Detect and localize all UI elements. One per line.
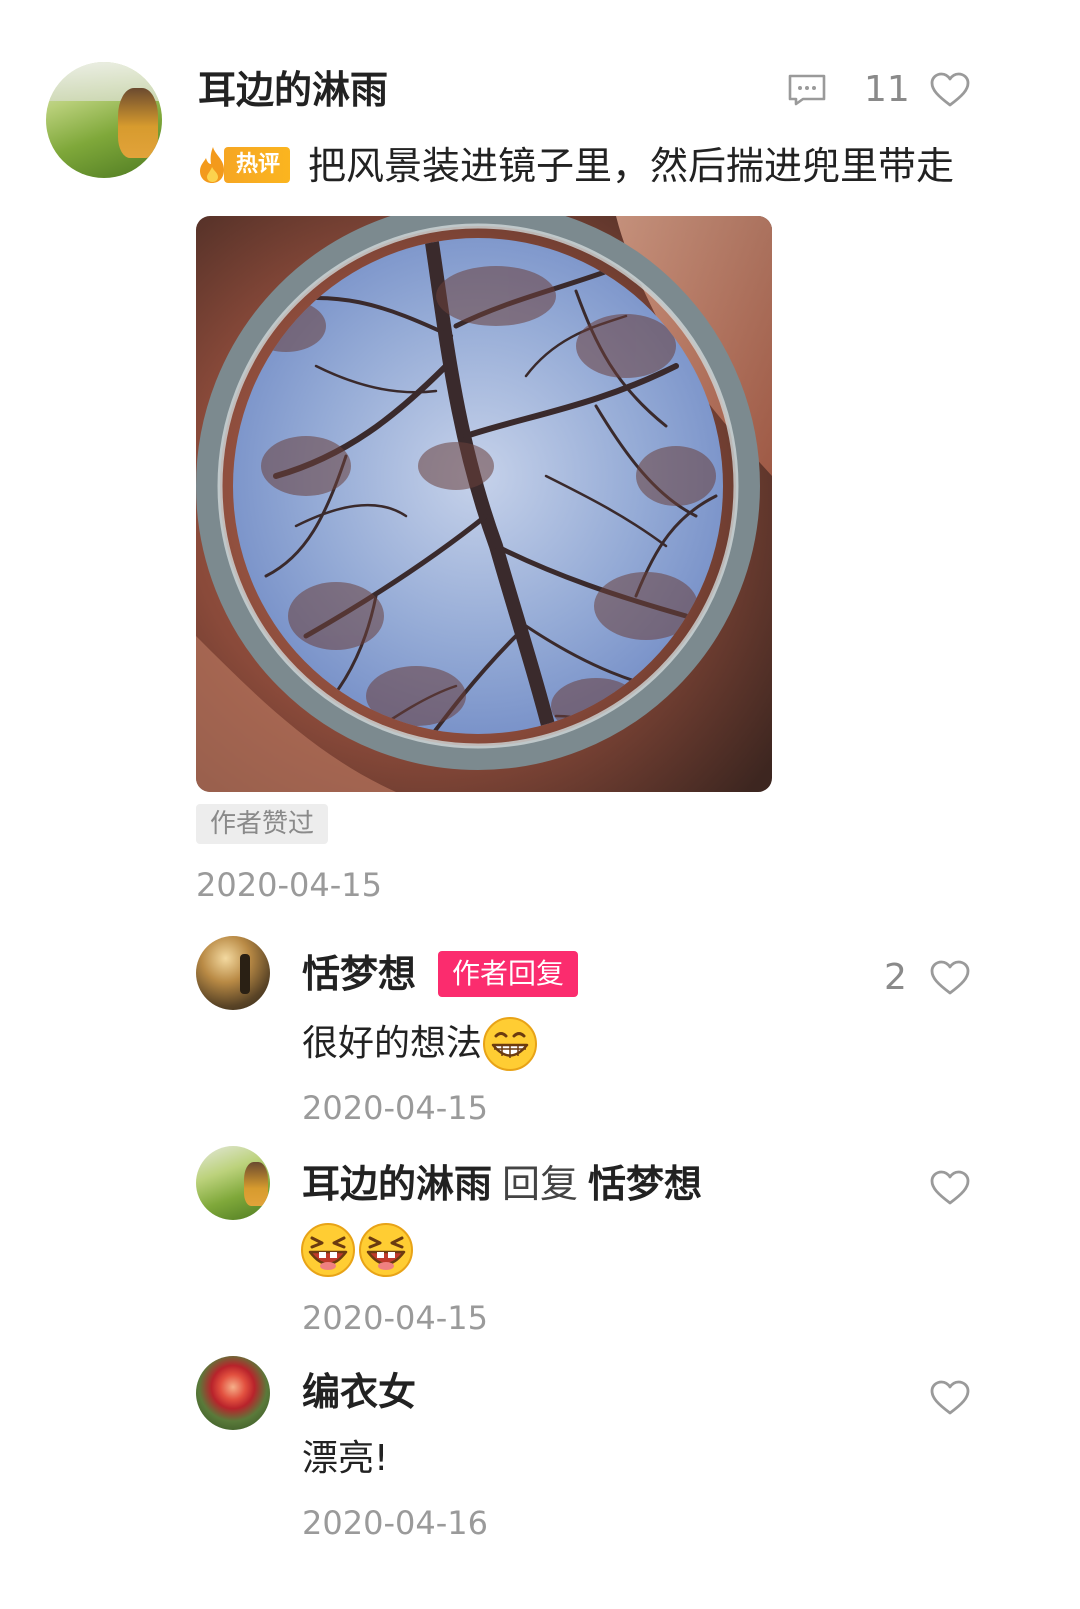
comment-author-name[interactable]: 耳边的淋雨 bbox=[198, 66, 388, 114]
avatar[interactable] bbox=[196, 1146, 270, 1220]
reply-author-name[interactable]: 恬梦想 bbox=[302, 950, 416, 998]
heart-icon[interactable] bbox=[930, 960, 970, 996]
avatar[interactable] bbox=[196, 936, 270, 1010]
reply-text: 漂亮! bbox=[302, 1436, 388, 1482]
comment-icon[interactable] bbox=[787, 73, 827, 106]
reply-emojis bbox=[300, 1222, 414, 1278]
author-liked-tag: 作者赞过 bbox=[196, 804, 329, 844]
grinning-face-emoji bbox=[483, 1017, 538, 1071]
reply-text-content: 漂亮! bbox=[302, 1438, 389, 1479]
reply-target-name[interactable]: 恬梦想 bbox=[588, 1162, 702, 1206]
reply-author-name[interactable]: 耳边的淋雨 bbox=[302, 1162, 492, 1206]
reply-keyword: 回复 bbox=[502, 1162, 579, 1206]
reply-author-name[interactable]: 编衣女 bbox=[302, 1368, 416, 1416]
reply-text-content: 很好的想法 bbox=[302, 1023, 483, 1064]
heart-icon[interactable] bbox=[930, 72, 970, 108]
flame-icon bbox=[200, 147, 224, 183]
comment-text: 把风景装进镜子里，然后揣进兜里带走 bbox=[308, 144, 955, 188]
avatar[interactable] bbox=[196, 1356, 270, 1430]
like-count: 11 bbox=[864, 69, 910, 110]
reply-date: 2020-04-16 bbox=[302, 1504, 488, 1542]
heart-icon[interactable] bbox=[930, 1170, 970, 1206]
author-reply-badge: 作者回复 bbox=[438, 951, 579, 997]
heart-icon[interactable] bbox=[930, 1380, 970, 1416]
avatar[interactable] bbox=[46, 62, 162, 178]
reply-date: 2020-04-15 bbox=[302, 1299, 488, 1337]
laughing-face-emoji bbox=[301, 1223, 355, 1277]
like-count: 2 bbox=[884, 957, 907, 998]
hot-badge-label: 热评 bbox=[224, 147, 291, 183]
reply-header: 耳边的淋雨 回复 恬梦想 bbox=[302, 1160, 702, 1208]
reply-text: 很好的想法 bbox=[302, 1016, 538, 1072]
comment-date: 2020-04-15 bbox=[196, 866, 382, 904]
hot-comment-badge: 热评 bbox=[196, 145, 291, 185]
laughing-face-emoji bbox=[359, 1223, 413, 1277]
comment-image[interactable] bbox=[196, 216, 772, 792]
reply-date: 2020-04-15 bbox=[302, 1089, 488, 1127]
comment-thread: 耳边的淋雨 11 热评 把风景装进镜子里，然后揣进兜里带走 作者赞过 2020-… bbox=[0, 0, 1080, 1609]
